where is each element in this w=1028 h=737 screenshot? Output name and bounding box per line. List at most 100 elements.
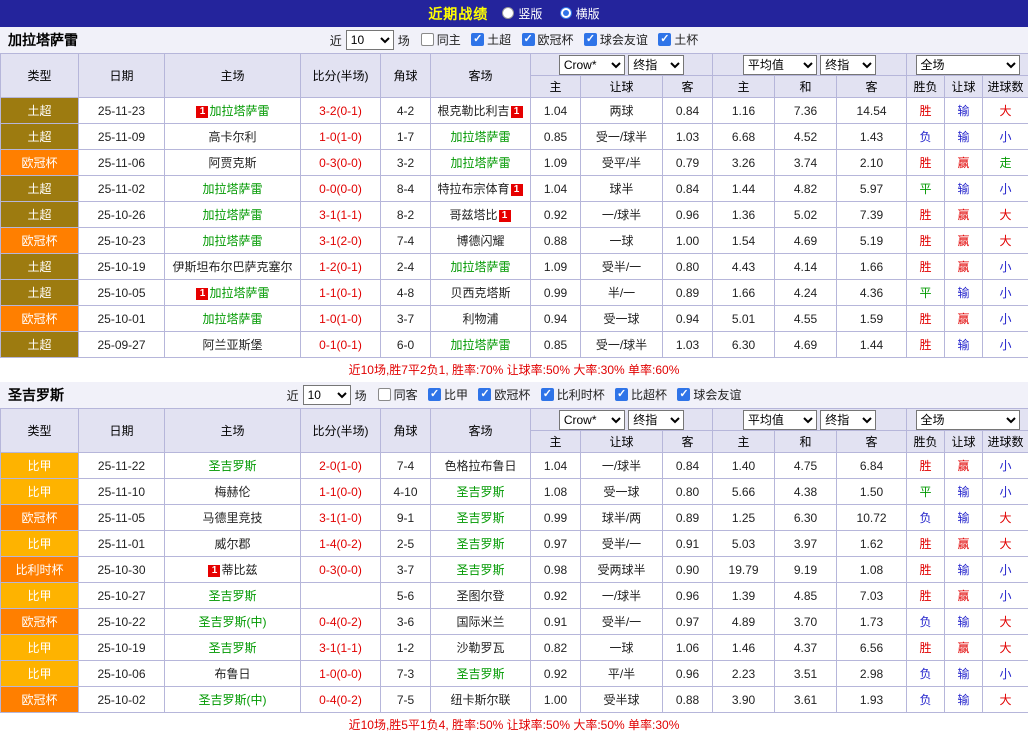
away-team[interactable]: 圣吉罗斯 <box>431 479 531 505</box>
away-team[interactable]: 特拉布宗体育1 <box>431 176 531 202</box>
filter-checkbox[interactable]: 土超 <box>471 31 511 48</box>
home-team[interactable]: 加拉塔萨雷 <box>165 228 301 254</box>
away-team[interactable]: 圣吉罗斯 <box>431 661 531 687</box>
filter-checkbox[interactable]: 欧冠杯 <box>478 386 530 403</box>
home-team[interactable]: 马德里竞技 <box>165 505 301 531</box>
away-team[interactable]: 国际米兰 <box>431 609 531 635</box>
home-team[interactable]: 圣吉罗斯 <box>165 453 301 479</box>
avg-odds-select[interactable]: 平均值 <box>743 55 817 75</box>
result-wdl: 胜 <box>907 531 945 557</box>
result-goals: 小 <box>983 254 1028 280</box>
checkbox-icon[interactable] <box>471 33 484 46</box>
layout-radio[interactable]: 竖版 <box>502 5 542 22</box>
checkbox-icon[interactable] <box>677 388 690 401</box>
checkbox-icon[interactable] <box>378 388 391 401</box>
home-team[interactable]: 伊斯坦布尔巴萨克塞尔 <box>165 254 301 280</box>
match-date: 25-10-01 <box>79 306 165 332</box>
checkbox-icon[interactable] <box>522 33 535 46</box>
odds-handicap: 一/球半 <box>581 202 663 228</box>
layout-radio[interactable]: 横版 <box>560 5 600 22</box>
away-team[interactable]: 加拉塔萨雷 <box>431 150 531 176</box>
home-team[interactable]: 圣吉罗斯(中) <box>165 687 301 713</box>
match-count-select[interactable]: 10 <box>346 30 394 50</box>
checkbox-icon[interactable] <box>615 388 628 401</box>
home-team[interactable]: 高卡尔利 <box>165 124 301 150</box>
filter-checkbox[interactable]: 比超杯 <box>615 386 667 403</box>
home-team[interactable]: 梅赫伦 <box>165 479 301 505</box>
match-count-select[interactable]: 10 <box>303 385 351 405</box>
away-team[interactable]: 圣吉罗斯 <box>431 505 531 531</box>
avg-odds-away: 1.73 <box>837 609 907 635</box>
avg-odds-home: 6.68 <box>713 124 775 150</box>
home-team[interactable]: 加拉塔萨雷 <box>165 202 301 228</box>
away-team[interactable]: 贝西克塔斯 <box>431 280 531 306</box>
result-wdl: 胜 <box>907 98 945 124</box>
home-team[interactable]: 布鲁日 <box>165 661 301 687</box>
checkbox-icon[interactable] <box>658 33 671 46</box>
col-handicap-result-header: 让球 <box>945 76 983 98</box>
away-team[interactable]: 色格拉布鲁日 <box>431 453 531 479</box>
home-team[interactable]: 阿兰亚斯堡 <box>165 332 301 358</box>
away-team[interactable]: 哥兹塔比1 <box>431 202 531 228</box>
away-team[interactable]: 加拉塔萨雷 <box>431 332 531 358</box>
match-date: 25-10-23 <box>79 228 165 254</box>
filter-checkbox[interactable]: 比利时杯 <box>541 386 605 403</box>
home-team[interactable]: 圣吉罗斯 <box>165 635 301 661</box>
away-team[interactable]: 纽卡斯尔联 <box>431 687 531 713</box>
odds-company-select[interactable]: Crow* <box>559 410 625 430</box>
home-team[interactable]: 1蒂比兹 <box>165 557 301 583</box>
away-team[interactable]: 加拉塔萨雷 <box>431 254 531 280</box>
filter-checkbox[interactable]: 欧冠杯 <box>522 31 574 48</box>
fulltime-select[interactable]: 全场 <box>916 55 1020 75</box>
filter-checkbox[interactable]: 同主 <box>421 31 461 48</box>
filter-checkbox[interactable]: 土杯 <box>658 31 698 48</box>
home-team[interactable]: 加拉塔萨雷 <box>165 176 301 202</box>
checkbox-icon[interactable] <box>541 388 554 401</box>
avg-odds-draw: 4.85 <box>775 583 837 609</box>
checkbox-icon[interactable] <box>584 33 597 46</box>
home-team[interactable]: 圣吉罗斯(中) <box>165 609 301 635</box>
avg-stage-select[interactable]: 终指 <box>820 410 876 430</box>
home-team[interactable]: 加拉塔萨雷 <box>165 306 301 332</box>
avg-odds-home: 1.44 <box>713 176 775 202</box>
away-team[interactable]: 圣图尔登 <box>431 583 531 609</box>
corner-score: 4-2 <box>381 98 431 124</box>
home-team[interactable]: 1加拉塔萨雷 <box>165 280 301 306</box>
radio-icon[interactable] <box>502 7 514 19</box>
avg-odds-away: 2.98 <box>837 661 907 687</box>
filter-checkbox[interactable]: 同客 <box>378 386 418 403</box>
result-wdl: 负 <box>907 661 945 687</box>
avg-odds-select[interactable]: 平均值 <box>743 410 817 430</box>
away-team[interactable]: 圣吉罗斯 <box>431 557 531 583</box>
away-team[interactable]: 博德闪耀 <box>431 228 531 254</box>
away-team[interactable]: 沙勒罗瓦 <box>431 635 531 661</box>
away-team[interactable]: 圣吉罗斯 <box>431 531 531 557</box>
checkbox-icon[interactable] <box>421 33 434 46</box>
home-team[interactable]: 阿贾克斯 <box>165 150 301 176</box>
radio-icon[interactable] <box>560 7 572 19</box>
avg-select-group: 平均值 终指 <box>713 409 907 431</box>
avg-select-group: 平均值 终指 <box>713 54 907 76</box>
away-team[interactable]: 加拉塔萨雷 <box>431 124 531 150</box>
match-score: 0-3(0-0) <box>301 150 381 176</box>
home-team[interactable]: 圣吉罗斯 <box>165 583 301 609</box>
odds-stage-select[interactable]: 终指 <box>628 410 684 430</box>
odds-home: 0.88 <box>531 228 581 254</box>
home-team[interactable]: 1加拉塔萨雷 <box>165 98 301 124</box>
checkbox-icon[interactable] <box>478 388 491 401</box>
filter-checkbox[interactable]: 球会友谊 <box>584 31 648 48</box>
col-type-header: 类型 <box>1 54 79 98</box>
checkbox-icon[interactable] <box>428 388 441 401</box>
odds-away: 0.97 <box>663 609 713 635</box>
fulltime-select[interactable]: 全场 <box>916 410 1020 430</box>
avg-odds-draw: 5.02 <box>775 202 837 228</box>
filter-checkbox[interactable]: 球会友谊 <box>677 386 741 403</box>
odds-company-select[interactable]: Crow* <box>559 55 625 75</box>
away-team[interactable]: 根克勒比利吉1 <box>431 98 531 124</box>
avg-stage-select[interactable]: 终指 <box>820 55 876 75</box>
home-team[interactable]: 威尔郡 <box>165 531 301 557</box>
filter-checkbox[interactable]: 比甲 <box>428 386 468 403</box>
result-goals: 小 <box>983 557 1028 583</box>
away-team[interactable]: 利物浦 <box>431 306 531 332</box>
odds-stage-select[interactable]: 终指 <box>628 55 684 75</box>
